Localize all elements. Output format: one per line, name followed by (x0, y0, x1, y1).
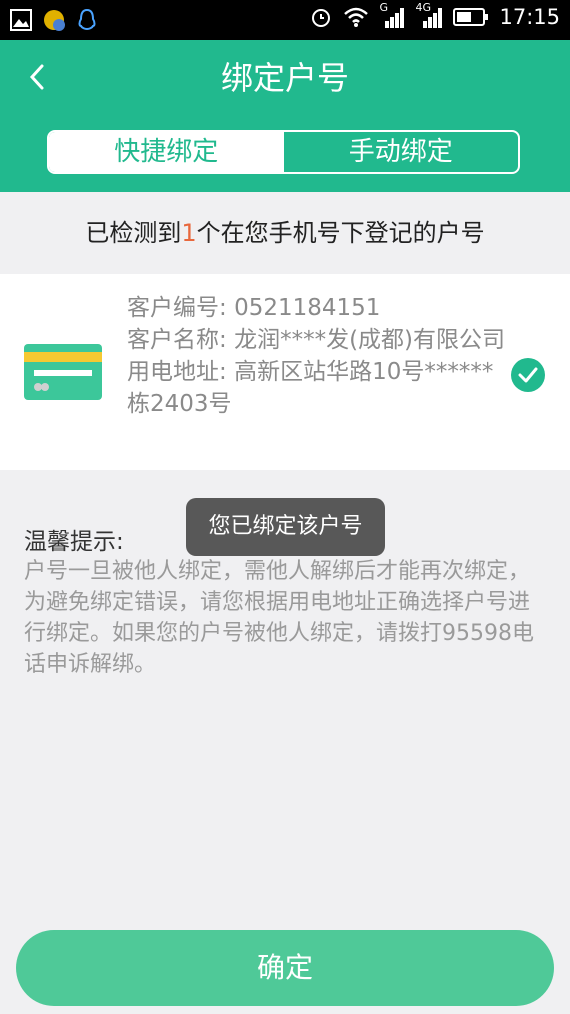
selected-check-icon[interactable] (510, 357, 546, 393)
account-count: 1 (181, 219, 197, 247)
bind-mode-tabs: 快捷绑定 手动绑定 (47, 130, 520, 174)
account-card[interactable]: 客户编号: 0521184151 客户名称: 龙润****发(成都)有限公司 用… (0, 274, 570, 470)
system-status: G 4G 17:15 (309, 1, 560, 29)
account-address-label: 用电地址: (127, 359, 235, 385)
notice-prefix: 已检测到 (85, 219, 182, 247)
notice-suffix: 个在您手机号下登记的户号 (196, 219, 485, 247)
tab-quick-bind[interactable]: 快捷绑定 (49, 132, 284, 172)
signal-2: 4G (415, 1, 443, 29)
status-bar: G 4G 17:15 (0, 0, 570, 40)
page-title: 绑定户号 (220, 59, 349, 97)
account-number: 0521184151 (234, 295, 381, 321)
account-number-label: 客户编号: (127, 295, 235, 321)
tab-manual-bind[interactable]: 手动绑定 (284, 132, 519, 172)
gallery-icon (10, 9, 32, 31)
detection-notice: 已检测到1个在您手机号下登记的户号 (0, 192, 570, 274)
account-number-row: 客户编号: 0521184151 (127, 292, 512, 324)
account-address-row: 用电地址: 高新区站华路10号******栋2403号 (127, 356, 512, 420)
card-icon (24, 344, 102, 400)
confirm-button[interactable]: 确定 (16, 930, 554, 1006)
app-notification-icon (44, 10, 65, 31)
battery-icon (453, 8, 489, 26)
clock: 17:15 (499, 5, 560, 29)
signal-icon (385, 8, 405, 28)
qq-icon (78, 8, 96, 31)
account-name: 龙润****发(成都)有限公司 (234, 327, 506, 353)
wifi-icon (344, 7, 369, 27)
header: 绑定户号 快捷绑定 手动绑定 (0, 40, 570, 192)
signal-icon (423, 8, 443, 28)
tips-body: 户号一旦被他人绑定，需他人解绑后才能再次绑定，为避免绑定错误，请您根据用电地址正… (24, 559, 534, 677)
toast-message: 您已绑定该户号 (186, 498, 385, 556)
notification-icons (10, 8, 98, 32)
account-name-label: 客户名称: (127, 327, 235, 353)
account-info: 客户编号: 0521184151 客户名称: 龙润****发(成都)有限公司 用… (127, 292, 512, 420)
alarm-icon (312, 9, 331, 27)
signal-1: G (379, 1, 405, 29)
tips-title: 温馨提示: (24, 529, 124, 555)
account-name-row: 客户名称: 龙润****发(成都)有限公司 (127, 324, 512, 356)
